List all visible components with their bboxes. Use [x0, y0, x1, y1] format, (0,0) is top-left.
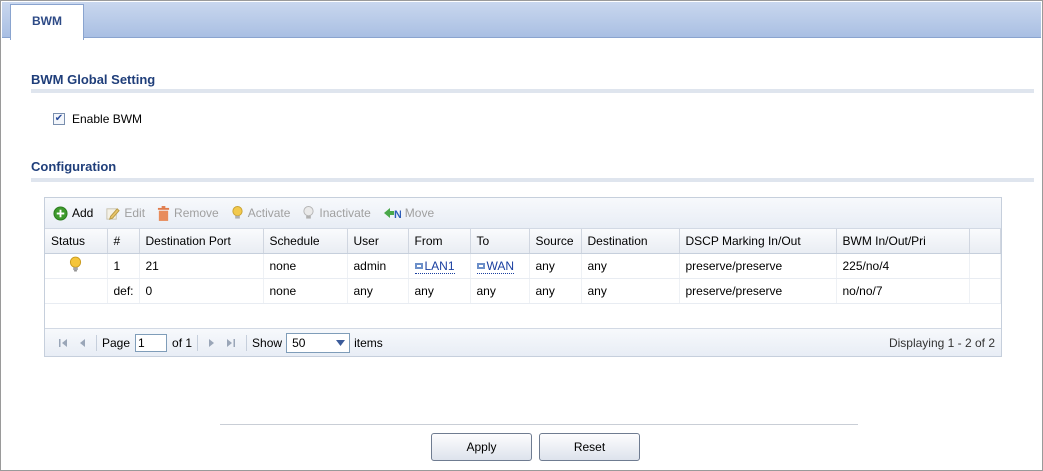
from-cell: any — [408, 278, 471, 304]
page-number-input[interactable] — [135, 333, 168, 352]
add-button[interactable]: Add — [53, 205, 94, 221]
reset-button[interactable]: Reset — [539, 433, 640, 461]
column-header[interactable]: Source — [529, 229, 582, 254]
enable-bwm-row[interactable]: ✔ Enable BWM — [53, 111, 142, 127]
source-cell: any — [529, 253, 582, 279]
tab-bwm[interactable]: BWM — [10, 4, 84, 40]
apply-button[interactable]: Apply — [431, 433, 532, 461]
column-header[interactable]: User — [347, 229, 409, 254]
row-number: def: — [107, 278, 140, 304]
to-cell: any — [470, 278, 530, 304]
grid-toolbar: Add Edit Remove Activate Inactivate N Mo… — [45, 198, 1001, 229]
show-label: Show — [252, 335, 283, 350]
column-header[interactable]: BWM In/Out/Pri — [836, 229, 970, 254]
prev-page-icon[interactable] — [78, 338, 86, 348]
column-header[interactable]: Status — [45, 229, 108, 254]
bwm-page: BWM BWM Global Setting ✔ Enable BWM Conf… — [0, 0, 1043, 471]
user-cell: admin — [347, 253, 409, 279]
edit-icon — [105, 206, 121, 221]
enable-bwm-label: Enable BWM — [72, 112, 143, 126]
configuration-title: Configuration — [31, 159, 117, 174]
svg-text:N: N — [394, 209, 401, 220]
page-size-value: 50 — [292, 335, 306, 350]
rules-table: Status # Destination Port Schedule User … — [45, 229, 1001, 304]
column-header[interactable]: DSCP Marking In/Out — [679, 229, 837, 254]
column-header[interactable]: # — [107, 229, 140, 254]
pagination-bar: Page of 1 Show 50 items Displaying 1 - 2… — [45, 328, 1001, 356]
dscp-cell: preserve/preserve — [679, 253, 837, 279]
table-row[interactable]: def: 0 none any any any any any preserve… — [45, 278, 1001, 304]
schedule-cell: none — [263, 278, 348, 304]
schedule-cell: none — [263, 253, 348, 279]
global-setting-title: BWM Global Setting — [31, 72, 156, 87]
dest-port-cell: 21 — [139, 253, 264, 279]
lightbulb-off-icon — [302, 205, 315, 221]
section-divider — [31, 89, 1034, 93]
page-size-select[interactable]: 50 — [286, 332, 351, 353]
pager-separator — [246, 334, 248, 351]
row-number: 1 — [107, 253, 140, 279]
destination-cell: any — [581, 253, 680, 279]
move-icon: N — [383, 206, 401, 220]
section-divider — [31, 178, 1034, 182]
table-row[interactable]: 1 21 none admin LAN1 WAN any any preserv… — [45, 253, 1001, 279]
filler-cell — [969, 278, 1001, 304]
dscp-cell: preserve/preserve — [679, 278, 837, 304]
column-header[interactable]: Schedule — [263, 229, 348, 254]
remove-label: Remove — [174, 206, 219, 220]
bwm-cell: no/no/7 — [836, 278, 970, 304]
activate-label: Activate — [247, 206, 291, 220]
bwm-rules-grid: Add Edit Remove Activate Inactivate N Mo… — [44, 197, 1002, 357]
move-button[interactable]: N Move — [383, 206, 434, 220]
pager-separator — [197, 334, 199, 351]
to-cell: WAN — [470, 253, 530, 279]
to-wan-link[interactable]: WAN — [476, 259, 515, 274]
page-label: Page — [102, 335, 131, 350]
page-of-label: of 1 — [172, 335, 193, 350]
edit-label: Edit — [124, 206, 146, 220]
trash-icon — [157, 205, 170, 221]
status-cell — [45, 278, 108, 304]
status-cell[interactable] — [45, 253, 108, 279]
column-header[interactable]: Destination Port — [139, 229, 264, 254]
displaying-count: Displaying 1 - 2 of 2 — [888, 336, 995, 350]
interface-icon — [414, 262, 423, 269]
lightbulb-icon — [231, 205, 244, 221]
last-page-icon[interactable] — [226, 338, 236, 348]
interface-icon — [476, 262, 485, 269]
destination-cell: any — [581, 278, 680, 304]
column-header-filler — [969, 229, 1001, 254]
from-lan1-link[interactable]: LAN1 — [414, 259, 455, 274]
bwm-cell: 225/no/4 — [836, 253, 970, 279]
tab-strip: BWM — [2, 2, 1041, 40]
remove-button[interactable]: Remove — [157, 205, 219, 221]
source-cell: any — [529, 278, 582, 304]
column-header[interactable]: To — [470, 229, 530, 254]
buttons-divider — [220, 424, 858, 425]
pager-separator — [96, 334, 97, 351]
lightbulb-on-icon[interactable] — [69, 256, 82, 276]
dest-port-cell: 0 — [139, 278, 264, 304]
move-label: Move — [404, 206, 435, 220]
user-cell: any — [347, 278, 409, 304]
first-page-icon[interactable] — [58, 338, 68, 348]
enable-bwm-checkbox[interactable]: ✔ — [53, 113, 65, 125]
next-page-icon[interactable] — [208, 338, 216, 348]
add-icon — [53, 205, 68, 221]
chevron-down-icon[interactable] — [333, 336, 347, 350]
inactivate-button[interactable]: Inactivate — [302, 205, 371, 221]
activate-button[interactable]: Activate — [231, 205, 291, 221]
column-header[interactable]: From — [408, 229, 471, 254]
table-header-row: Status # Destination Port Schedule User … — [45, 229, 1001, 254]
from-cell: LAN1 — [408, 253, 471, 279]
filler-cell — [969, 253, 1001, 279]
column-header[interactable]: Destination — [581, 229, 680, 254]
items-label: items — [354, 335, 383, 350]
add-label: Add — [72, 206, 94, 220]
edit-button[interactable]: Edit — [105, 206, 145, 221]
inactivate-label: Inactivate — [319, 206, 371, 220]
